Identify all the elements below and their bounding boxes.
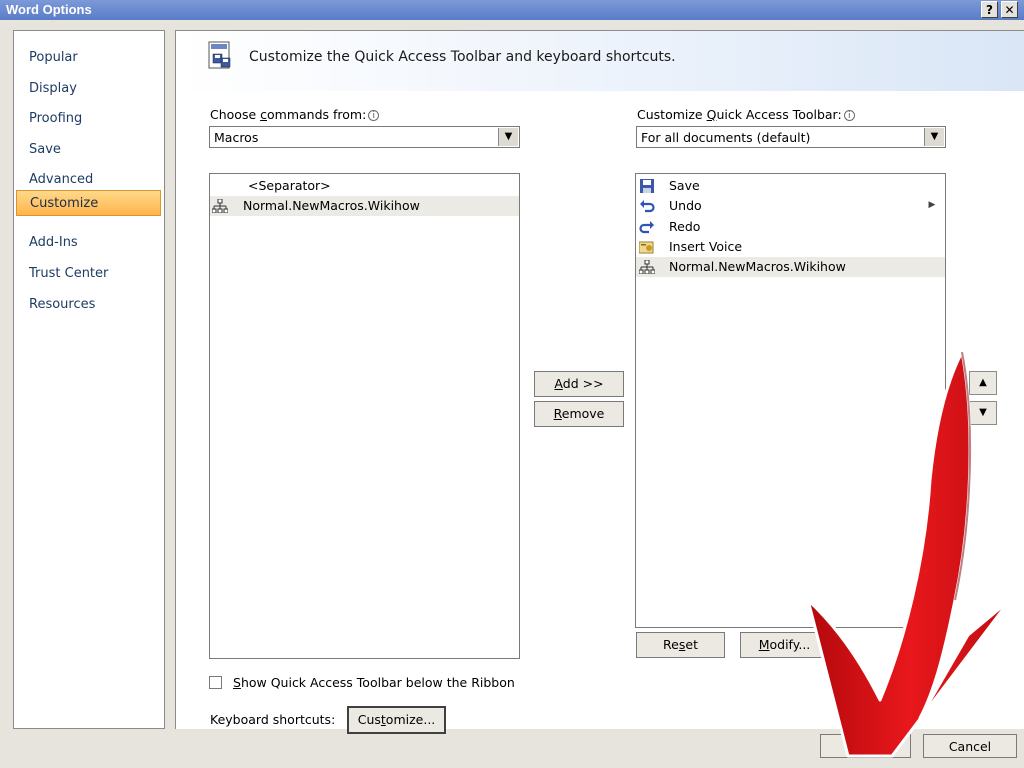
nav-item-customize[interactable]: Customize (16, 190, 161, 216)
add-button[interactable]: Add >> (534, 371, 624, 397)
show-toolbar-below-ribbon-checkbox[interactable] (209, 676, 222, 689)
customize-toolbar-label: Customize Quick Access Toolbar: i (637, 107, 855, 122)
choose-commands-value: Macros (214, 130, 259, 145)
cancel-button[interactable]: Cancel (923, 734, 1017, 758)
nav-item-add-ins[interactable]: Add-Ins (16, 230, 161, 256)
macro-icon (639, 260, 655, 274)
panel-header: Customize the Quick Access Toolbar and k… (176, 31, 1024, 91)
insert-voice-icon (639, 241, 654, 254)
remove-button[interactable]: Remove (534, 401, 624, 427)
nav-item-trust-center[interactable]: Trust Center (16, 261, 161, 287)
customize-panel: Customize the Quick Access Toolbar and k… (175, 30, 1024, 734)
save-icon (640, 179, 654, 193)
window-title: Word Options (6, 2, 92, 17)
list-item[interactable]: Save (636, 176, 926, 196)
nav-item-save[interactable]: Save (16, 137, 161, 163)
choose-commands-label: Choose commands from: i (210, 107, 380, 122)
options-nav: Popular Display Proofing Save Advanced C… (13, 30, 165, 729)
show-toolbar-below-ribbon-label: Show Quick Access Toolbar below the Ribb… (233, 675, 515, 690)
list-item[interactable]: <Separator> (210, 176, 519, 196)
close-button[interactable]: ✕ (1001, 1, 1018, 18)
toolbar-list[interactable]: Save Undo Redo Insert Voice Normal.NewMa… (635, 173, 946, 628)
help-button[interactable]: ? (981, 1, 998, 18)
list-item[interactable]: Normal.NewMacros.Wikihow (636, 257, 945, 277)
toolbar-scope-value: For all documents (default) (641, 130, 811, 145)
undo-icon (640, 200, 655, 213)
list-item[interactable]: Redo (636, 217, 926, 237)
keyboard-shortcuts-label: Keyboard shortcuts: (210, 712, 336, 727)
toolbar-scope-dropdown[interactable]: For all documents (default) ▼ (636, 126, 946, 148)
modify-button[interactable]: Modify... (740, 632, 829, 658)
nav-item-display[interactable]: Display (16, 76, 161, 102)
nav-item-proofing[interactable]: Proofing (16, 106, 161, 132)
dialog-body: Popular Display Proofing Save Advanced C… (0, 20, 1024, 768)
ok-button[interactable]: OK (820, 734, 911, 758)
info-icon: i (843, 110, 855, 121)
macro-icon (212, 199, 228, 213)
commands-list[interactable]: <Separator> Normal.NewMacros.Wikihow (209, 173, 520, 659)
nav-item-popular[interactable]: Popular (16, 45, 161, 71)
list-item[interactable]: Insert Voice (636, 237, 926, 257)
list-item[interactable]: Undo (636, 196, 926, 216)
choose-commands-dropdown[interactable]: Macros ▼ (209, 126, 520, 148)
chevron-down-icon[interactable]: ▼ (924, 128, 944, 146)
info-icon: i (368, 110, 380, 121)
move-up-button[interactable]: ▲ (969, 371, 997, 395)
dialog-footer: OK Cancel (0, 728, 1024, 768)
quick-access-toolbar-icon (208, 41, 231, 69)
chevron-right-icon[interactable]: ▶ (926, 199, 938, 211)
nav-item-resources[interactable]: Resources (16, 292, 161, 318)
redo-icon (639, 221, 654, 234)
reset-button[interactable]: Reset (636, 632, 725, 658)
list-item[interactable]: Normal.NewMacros.Wikihow (210, 196, 519, 216)
title-bar: Word Options ? ✕ (0, 0, 1024, 20)
move-down-button[interactable]: ▼ (969, 401, 997, 425)
panel-header-text: Customize the Quick Access Toolbar and k… (249, 49, 676, 65)
chevron-down-icon[interactable]: ▼ (498, 128, 518, 146)
